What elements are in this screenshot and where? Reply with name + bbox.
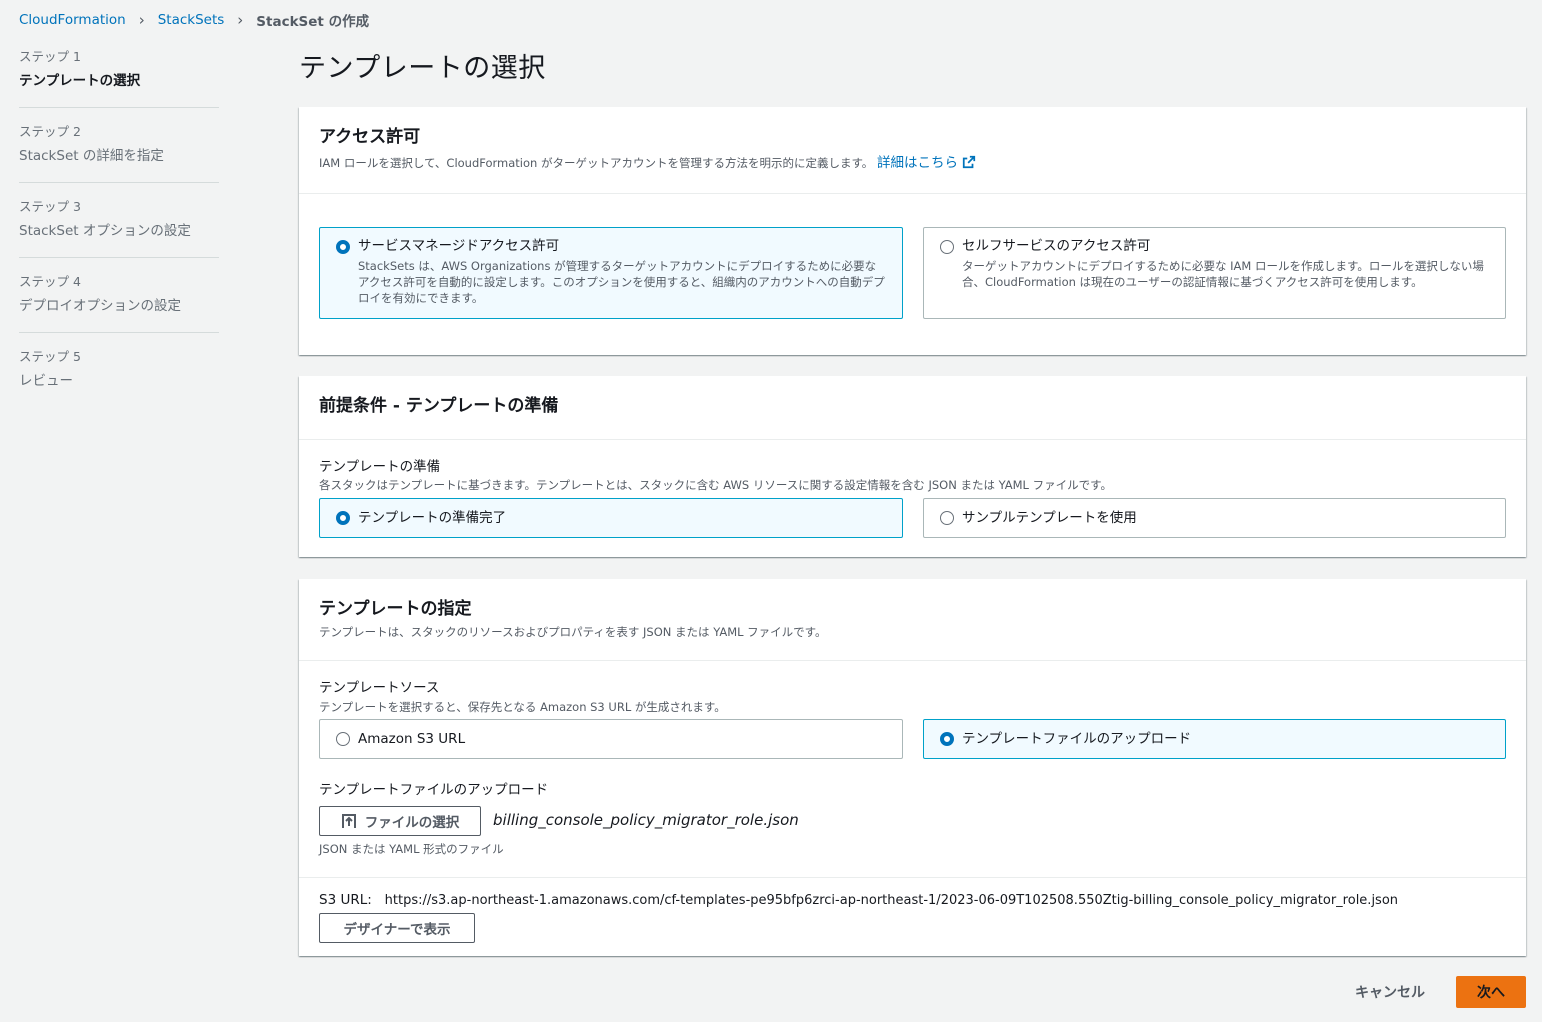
s3-url-row: S3 URL: https://s3.ap-northeast-1.amazon… <box>319 892 1398 908</box>
upload-file-option[interactable]: テンプレートファイルのアップロード <box>923 719 1506 759</box>
template-source-label: テンプレートソース <box>319 680 440 696</box>
page-title: テンプレートの選択 <box>299 53 546 84</box>
specify-title: テンプレートの指定 <box>319 599 472 619</box>
section-divider <box>299 877 1526 878</box>
view-in-designer-button[interactable]: デザイナーで表示 <box>319 913 475 943</box>
prerequisite-panel: 前提条件 - テンプレートの準備 テンプレートの準備 各スタックはテンプレートに… <box>299 376 1526 557</box>
option-description: StackSets は、AWS Organizations が管理するターゲット… <box>358 259 885 305</box>
radio-selected-icon[interactable] <box>336 511 350 525</box>
file-format-hint: JSON または YAML 形式のファイル <box>319 842 504 856</box>
service-managed-option[interactable]: サービスマネージドアクセス許可 StackSets は、AWS Organiza… <box>319 227 903 319</box>
cancel-button[interactable]: キャンセル <box>1340 976 1440 1008</box>
sample-template-option[interactable]: サンプルテンプレートを使用 <box>923 498 1506 538</box>
external-link-icon <box>962 155 976 169</box>
step-number: ステップ 5 <box>19 349 81 364</box>
choose-file-button[interactable]: ファイルの選択 <box>319 806 481 836</box>
step-number: ステップ 3 <box>19 199 81 214</box>
self-managed-option[interactable]: セルフサービスのアクセス許可 ターゲットアカウントにデプロイするために必要な I… <box>923 227 1506 319</box>
breadcrumb-stacksets[interactable]: StackSets <box>158 12 225 28</box>
radio-unselected-icon[interactable] <box>940 240 954 254</box>
breadcrumb-current: StackSet の作成 <box>256 14 370 30</box>
step-2: ステップ 2 StackSet の詳細を指定 <box>19 123 219 183</box>
s3-url-option[interactable]: Amazon S3 URL <box>319 719 903 759</box>
breadcrumb-cloudformation[interactable]: CloudFormation <box>19 12 126 28</box>
radio-selected-icon[interactable] <box>940 732 954 746</box>
prepare-template-label: テンプレートの準備 <box>319 459 441 475</box>
chevron-right-icon: › <box>237 11 244 29</box>
selected-file-name: billing_console_policy_migrator_role.jso… <box>493 811 799 829</box>
option-description: ターゲットアカウントにデプロイするために必要な IAM ロールを作成します。ロー… <box>962 259 1484 289</box>
step-number: ステップ 4 <box>19 274 81 289</box>
option-label: サンプルテンプレートを使用 <box>962 510 1137 526</box>
choose-file-label: ファイルの選択 <box>364 815 460 831</box>
upload-file-label: テンプレートファイルのアップロード <box>319 782 549 798</box>
learn-more-link[interactable]: 詳細はこちら <box>877 155 976 171</box>
access-panel: アクセス許可 IAM ロールを選択して、CloudFormation がターゲッ… <box>299 107 1526 355</box>
radio-unselected-icon[interactable] <box>940 511 954 525</box>
step-4: ステップ 4 デプロイオプションの設定 <box>19 273 219 333</box>
access-description: IAM ロールを選択して、CloudFormation がターゲットアカウントを… <box>319 156 874 170</box>
access-title: アクセス許可 <box>319 127 421 147</box>
template-source-description: テンプレートを選択すると、保存先となる Amazon S3 URL が生成されま… <box>319 700 726 714</box>
step-number: ステップ 1 <box>19 49 81 64</box>
template-ready-option[interactable]: テンプレートの準備完了 <box>319 498 903 538</box>
step-number: ステップ 2 <box>19 124 81 139</box>
radio-selected-icon[interactable] <box>336 240 350 254</box>
step-3: ステップ 3 StackSet オプションの設定 <box>19 198 219 258</box>
option-label: Amazon S3 URL <box>358 731 466 747</box>
option-label: テンプレートファイルのアップロード <box>962 731 1192 747</box>
specify-template-panel: テンプレートの指定 テンプレートは、スタックのリソースおよびプロパティを表す J… <box>299 579 1526 956</box>
step-name: StackSet オプションの設定 <box>19 223 191 239</box>
option-label: テンプレートの準備完了 <box>358 510 507 526</box>
step-name: デプロイオプションの設定 <box>19 298 181 314</box>
upload-icon <box>341 814 356 828</box>
option-label: サービスマネージドアクセス許可 <box>358 238 560 254</box>
step-name: テンプレートの選択 <box>19 73 141 89</box>
prepare-template-description: 各スタックはテンプレートに基づきます。テンプレートとは、スタックに含む AWS … <box>319 478 1112 492</box>
step-name: StackSet の詳細を指定 <box>19 148 164 164</box>
step-5: ステップ 5 レビュー <box>19 348 219 407</box>
radio-unselected-icon[interactable] <box>336 732 350 746</box>
chevron-right-icon: › <box>138 11 145 29</box>
specify-description: テンプレートは、スタックのリソースおよびプロパティを表す JSON または YA… <box>319 625 827 639</box>
step-name: レビュー <box>19 373 73 389</box>
next-button[interactable]: 次へ <box>1456 976 1526 1008</box>
option-label: セルフサービスのアクセス許可 <box>962 238 1151 254</box>
s3-url-label: S3 URL: <box>319 892 372 908</box>
step-1: ステップ 1 テンプレートの選択 <box>19 48 219 108</box>
breadcrumb: CloudFormation › StackSets › StackSet の作… <box>19 10 369 30</box>
learn-more-label: 詳細はこちら <box>876 155 958 171</box>
wizard-steps: ステップ 1 テンプレートの選択 ステップ 2 StackSet の詳細を指定 … <box>19 48 219 422</box>
prereq-title: 前提条件 - テンプレートの準備 <box>319 396 559 416</box>
s3-url-value: https://s3.ap-northeast-1.amazonaws.com/… <box>384 893 1399 908</box>
